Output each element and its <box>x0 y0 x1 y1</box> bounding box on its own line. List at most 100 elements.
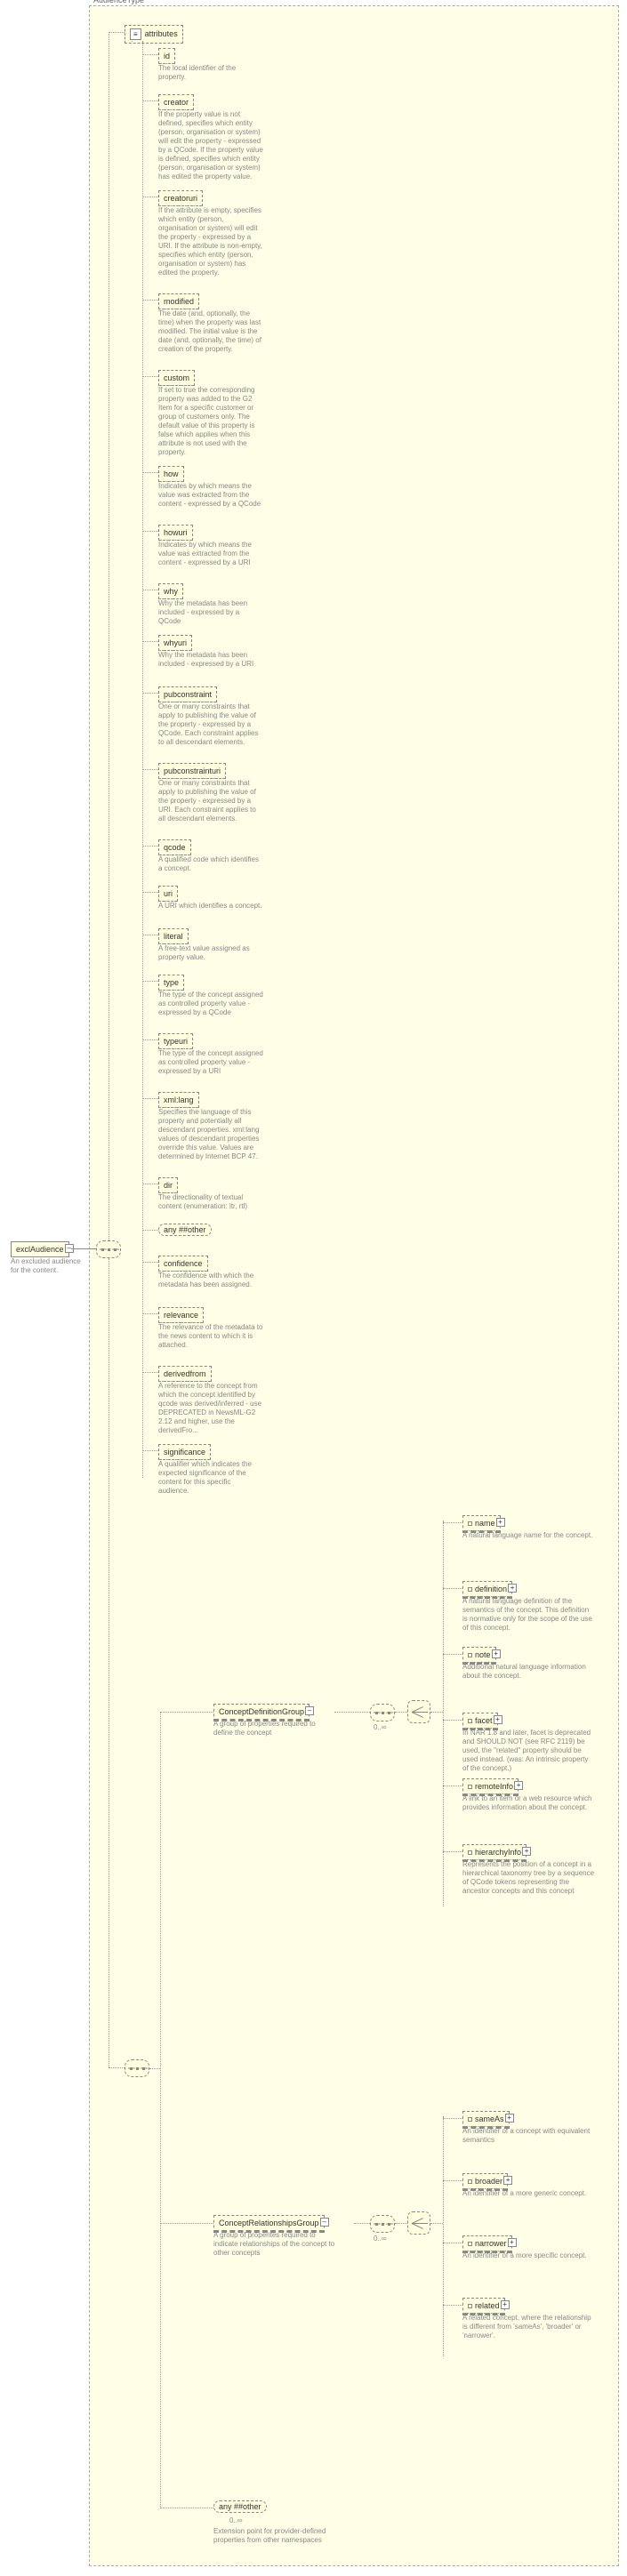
child-note: note+ <box>462 1647 496 1665</box>
child-desc: A natural language name for the concept. <box>462 1531 596 1540</box>
group2-seq-occ: 0..∞ <box>374 2235 387 2243</box>
child-facet: facet+ <box>462 1713 498 1730</box>
group-conceptdefinition: ConceptDefinitionGroup – <box>213 1704 309 1721</box>
attribute-desc: The confidence with which the metadata h… <box>158 1272 263 1289</box>
group1-seq-occ: 0..∞ <box>374 1723 387 1731</box>
child-desc: An identifier of a more generic concept. <box>462 2189 596 2198</box>
attribute-id: id <box>158 48 175 64</box>
child-desc: Represents the position of a concept in … <box>462 1860 596 1896</box>
expand-icon: – <box>305 1706 314 1715</box>
attribute-desc: The type of the concept assigned as cont… <box>158 1049 263 1076</box>
attribute-significance: significance <box>158 1444 211 1460</box>
expand-icon: + <box>492 1649 501 1658</box>
expand-icon: + <box>508 1584 517 1593</box>
group1-choice-icon <box>407 1700 430 1723</box>
wildcard-occ: 0..∞ <box>229 2516 243 2524</box>
child-desc: A link to an item or a web resource whic… <box>462 1794 596 1812</box>
attribute-desc: A URI which identifies a concept. <box>158 902 263 911</box>
expand-icon: + <box>496 1518 505 1527</box>
attribute-desc: If set to true the corresponding propert… <box>158 386 263 457</box>
attribute-desc: A qualifier which indicates the expected… <box>158 1460 263 1496</box>
attribute-type: type <box>158 975 184 991</box>
group1-name: ConceptDefinitionGroup <box>219 1707 304 1716</box>
expand-icon: + <box>501 2300 510 2309</box>
wildcard-desc: Extension point for provider-defined pro… <box>213 2527 338 2545</box>
group2-choice-icon <box>407 2211 430 2235</box>
child-desc: An identifier of a more specific concept… <box>462 2251 596 2260</box>
child-remoteinfo: remoteInfo+ <box>462 1778 518 1796</box>
group1-sequence-icon <box>370 1704 395 1721</box>
attribute-creatoruri: creatoruri <box>158 190 203 206</box>
root-label: exclAudience <box>16 1245 64 1254</box>
child-sameas: sameAs+ <box>462 2111 510 2129</box>
attribute-desc: A qualified code which identifies a conc… <box>158 855 263 873</box>
attribute-creator: creator <box>158 94 194 110</box>
attribute-desc: If the property value is not defined, sp… <box>158 110 263 181</box>
diagram-canvas: AudienceType exclAudience – An excluded … <box>0 0 627 2576</box>
attribute-relevance: relevance <box>158 1307 204 1323</box>
expand-icon: + <box>514 1781 523 1790</box>
attribute-desc: Indicates by which means the value was e… <box>158 482 263 509</box>
group-conceptrelationships: ConceptRelationshipsGroup – <box>213 2215 325 2233</box>
attribute-qcode: qcode <box>158 839 191 855</box>
attribute-desc: The directionality of textual content (e… <box>158 1193 263 1211</box>
expand-icon: + <box>505 2114 514 2123</box>
attribute-uri: uri <box>158 886 178 902</box>
group2-desc: A group of properites required to indica… <box>213 2231 338 2258</box>
attribute-desc: A reference to the concept from which th… <box>158 1382 263 1435</box>
attribute-whyuri: whyuri <box>158 635 192 651</box>
attribute-derivedfrom: derivedfrom <box>158 1366 212 1382</box>
child-definition: definition+ <box>462 1581 512 1599</box>
child-desc: In NAR 1.8 and later, facet is deprecate… <box>462 1729 596 1773</box>
children-sequence-icon <box>125 2059 149 2077</box>
expand-icon: + <box>503 2176 512 2185</box>
child-desc: Additional natural language information … <box>462 1663 596 1681</box>
child-narrower: narrower+ <box>462 2235 512 2253</box>
group2-sequence-icon <box>370 2215 395 2233</box>
attribute-desc: If the attribute is empty, specifies whi… <box>158 206 263 277</box>
expand-icon: + <box>522 1847 531 1856</box>
attribute-pubconstrainturi: pubconstrainturi <box>158 763 226 779</box>
attribute-desc: One or many constraints that apply to pu… <box>158 702 263 747</box>
attribute-desc: The local identifier of the property. <box>158 64 263 82</box>
attribute-desc: Why the metadata has been included - exp… <box>158 651 263 669</box>
child-name: name+ <box>462 1515 501 1533</box>
attribute-desc: One or many constraints that apply to pu… <box>158 779 263 823</box>
attribute-pubconstraint: pubconstraint <box>158 686 217 702</box>
expand-icon: + <box>494 1715 502 1724</box>
attribute-desc: The type of the concept assigned as cont… <box>158 991 263 1017</box>
attribute-desc: The date (and, optionally, the time) whe… <box>158 309 263 354</box>
child-desc: An identifier of a concept with equivale… <box>462 2127 596 2145</box>
child-related: related+ <box>462 2298 505 2315</box>
attribute-confidence: confidence <box>158 1256 208 1272</box>
expand-icon: – <box>320 2218 329 2227</box>
root-desc: An excluded audience for the content. <box>11 1257 91 1275</box>
child-desc: A related concept, where the relationshi… <box>462 2314 596 2340</box>
attr-badge-icon: ≡ <box>130 28 141 40</box>
attributes-node: ≡ attributes <box>125 25 183 44</box>
attribute-why: why <box>158 583 183 599</box>
child-hierarchyinfo: hierarchyInfo+ <box>462 1844 527 1862</box>
wildcard-literal: any ##other <box>219 2502 261 2511</box>
attribute-how: how <box>158 466 184 482</box>
attribute-custom: custom <box>158 370 195 386</box>
attribute-dir: dir <box>158 1177 178 1193</box>
child-desc: A natural language definition of the sem… <box>462 1597 596 1633</box>
type-title: AudienceType <box>93 0 144 4</box>
child-broader: broader+ <box>462 2173 508 2191</box>
attribute-desc: Why the metadata has been included - exp… <box>158 599 263 626</box>
attribute-desc: A free-text value assigned as property v… <box>158 944 263 962</box>
attribute-desc: Indicates by which means the value was e… <box>158 541 263 567</box>
wildcard-other: any ##other <box>213 2500 267 2513</box>
attribute-desc: Specifies the language of this property … <box>158 1108 263 1161</box>
attributes-label: attributes <box>145 29 178 38</box>
attribute-modified: modified <box>158 293 199 309</box>
attribute-xml-lang: xml:lang <box>158 1092 199 1108</box>
group2-name: ConceptRelationshipsGroup <box>219 2219 319 2227</box>
attribute-howuri: howuri <box>158 525 193 541</box>
root-element: exclAudience – <box>11 1241 69 1257</box>
root-sequence-icon <box>96 1240 121 1258</box>
expand-icon: + <box>508 2238 517 2247</box>
attribute-literal: literal <box>158 928 189 944</box>
attribute-typeuri: typeuri <box>158 1033 193 1049</box>
